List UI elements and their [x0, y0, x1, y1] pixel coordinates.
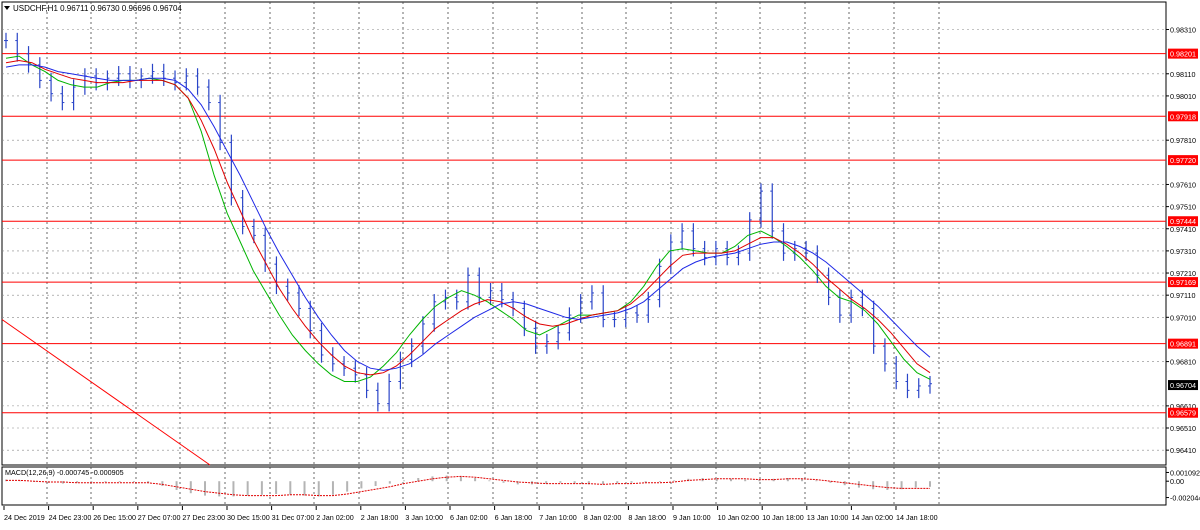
y-tick-label: 0.97010 [1170, 313, 1196, 322]
chart-window: USDCHF,H1 0.96711 0.96730 0.96696 0.9670… [0, 0, 1200, 525]
moving-average-fast-line [5, 55, 931, 382]
chart-header: USDCHF,H1 0.96711 0.96730 0.96696 0.9670… [4, 4, 182, 13]
x-tick-label: 13 Jan 10:00 [807, 513, 849, 522]
current-price-label: 0.96704 [1170, 381, 1196, 390]
level-price-label: 0.97720 [1170, 156, 1196, 165]
x-axis-labels: 24 Dec 2019 24 Dec 23:00 26 Dec 15:00 27 De… [3, 506, 938, 522]
macd-y-tick-label: 0.001092 [1170, 468, 1200, 477]
y-tick-label: 0.96510 [1170, 424, 1196, 433]
y-tick-label: 0.98110 [1170, 70, 1195, 79]
y-tick-label: 0.96410 [1170, 446, 1196, 455]
x-tick-label: 8 Jan 18:00 [628, 513, 666, 522]
x-tick-label: 24 Dec 2019 [4, 513, 45, 522]
x-tick-label: 7 Jan 10:00 [539, 513, 577, 522]
y-tick-label: 0.97210 [1170, 269, 1196, 278]
level-price-label: 0.96891 [1170, 340, 1196, 349]
level-price-label: 0.97169 [1170, 278, 1196, 287]
macd-signal-line [6, 475, 930, 497]
level-price-label: 0.96579 [1170, 409, 1196, 418]
y-tick-label: 0.97310 [1170, 247, 1196, 256]
y-tick-label: 0.96810 [1170, 358, 1196, 367]
x-tick-label: 6 Jan 02:00 [450, 513, 488, 522]
x-tick-label: 3 Jan 10:00 [405, 513, 443, 522]
x-tick-label: 2 Jan 18:00 [361, 513, 399, 522]
x-tick-label: 27 Dec 23:00 [182, 513, 225, 522]
x-tick-label: 8 Jan 02:00 [584, 513, 622, 522]
y-tick-label: 0.97110 [1170, 291, 1195, 300]
x-tick-label: 30 Dec 15:00 [227, 513, 270, 522]
price-bars [4, 32, 932, 412]
moving-average-mid-line [5, 59, 931, 376]
chart-title: USDCHF,H1 0.96711 0.96730 0.96696 0.9670… [13, 4, 182, 13]
y-tick-label: 0.98310 [1170, 25, 1196, 34]
x-tick-label: 31 Dec 07:00 [272, 513, 315, 522]
x-tick-label: 26 Dec 15:00 [93, 513, 136, 522]
x-tick-label: 9 Jan 10:00 [673, 513, 711, 522]
x-tick-label: 27 Dec 07:00 [138, 513, 181, 522]
level-price-label: 0.98201 [1170, 50, 1196, 59]
x-tick-label: 10 Jan 02:00 [718, 513, 760, 522]
grid-lines [2, 2, 1166, 505]
x-tick-label: 14 Jan 18:00 [896, 513, 938, 522]
level-price-label: 0.97444 [1170, 217, 1196, 226]
x-tick-label: 14 Jan 02:00 [851, 513, 893, 522]
moving-average-slow-line [5, 64, 931, 371]
y-tick-label: 0.97810 [1170, 136, 1196, 145]
x-tick-label: 10 Jan 18:00 [762, 513, 804, 522]
trendline [1, 319, 211, 466]
x-tick-label: 6 Jan 18:00 [495, 513, 533, 522]
y-tick-label: 0.97610 [1170, 180, 1196, 189]
triangle-down-icon[interactable] [4, 6, 10, 10]
macd-y-tick-label: 0.00 [1170, 477, 1184, 486]
macd-y-tick-label: -0.002044 [1170, 494, 1200, 503]
y-tick-label: 0.98010 [1170, 92, 1196, 101]
x-tick-label: 2 Jan 02:00 [316, 513, 354, 522]
y-axis-labels: 0.98310 0.98110 0.98010 0.97810 0.97610 0.975… [1166, 25, 1196, 455]
level-price-label: 0.97918 [1170, 112, 1196, 121]
price-chart: USDCHF,H1 0.96711 0.96730 0.96696 0.9670… [1, 1, 1200, 522]
y-tick-label: 0.97510 [1170, 203, 1196, 212]
main-chart-frame [1, 1, 1167, 466]
horizontal-levels: 0.98201 0.97918 0.97720 0.97444 0.97169 0.968… [2, 48, 1198, 418]
x-tick-label: 24 Dec 23:00 [49, 513, 92, 522]
macd-title: MACD(12,26,9) -0.000745 -0.000905 [5, 468, 124, 477]
